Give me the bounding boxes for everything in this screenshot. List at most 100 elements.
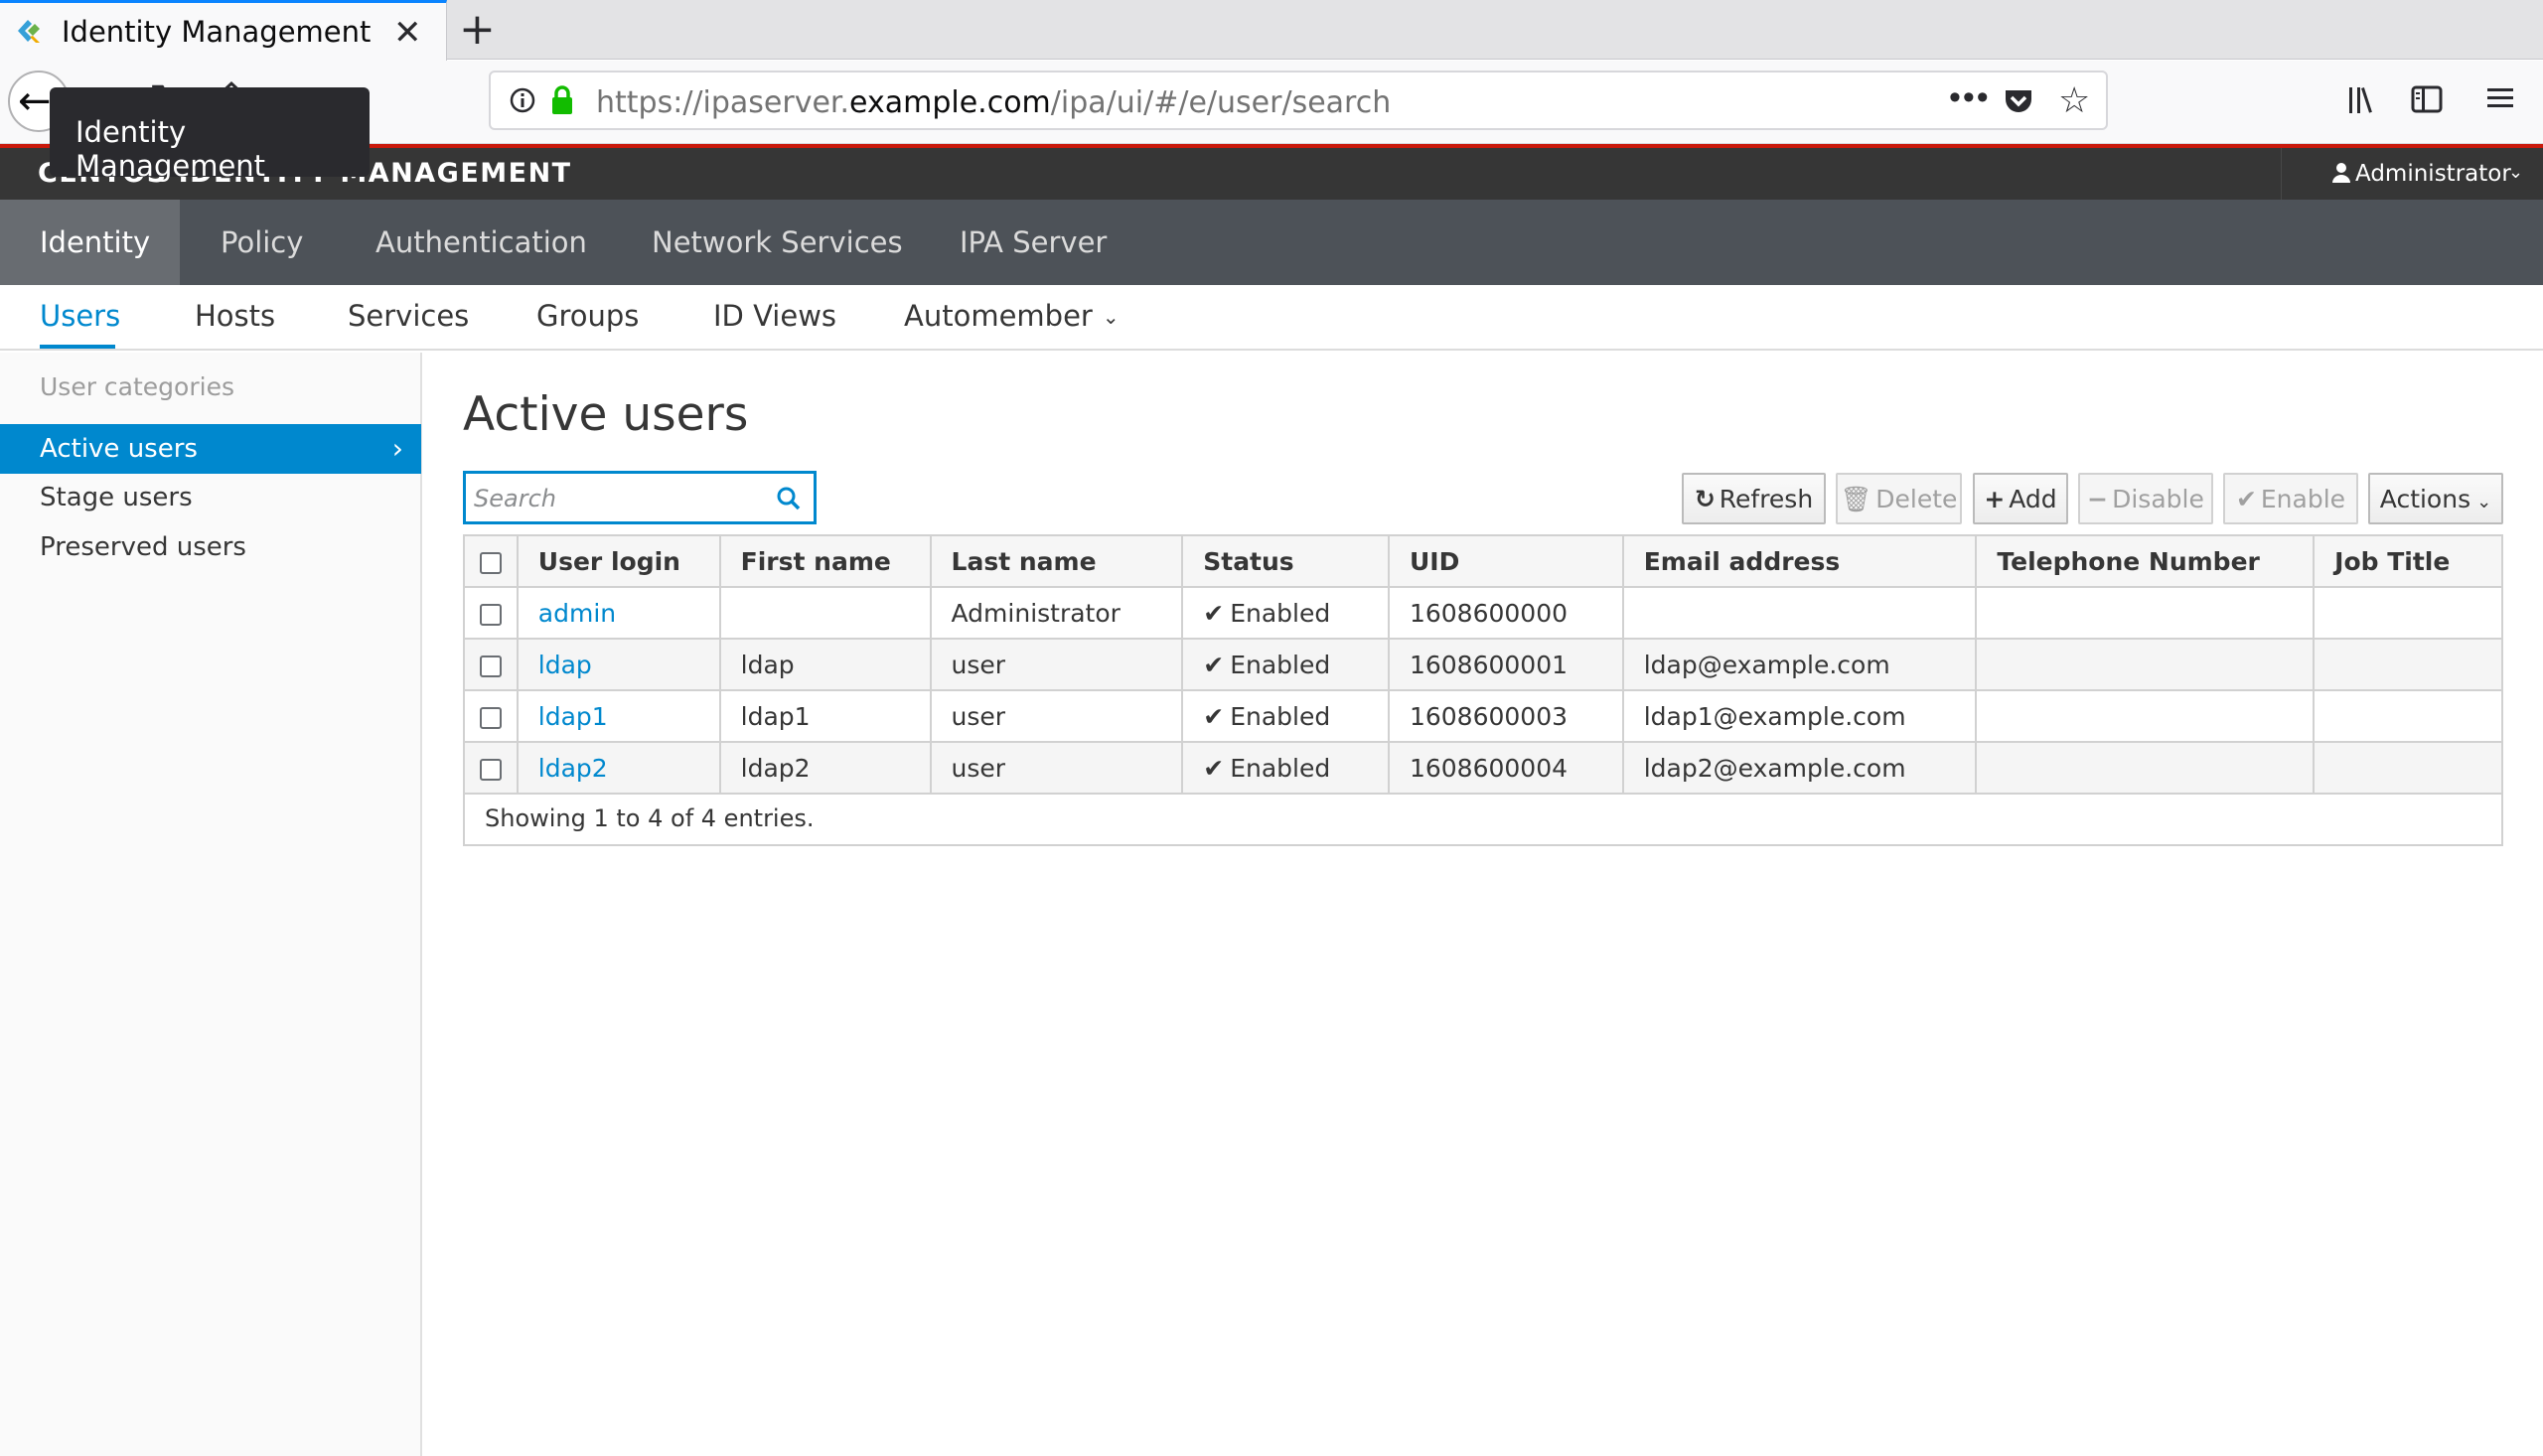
telephone-cell [1975, 586, 2316, 640]
refresh-button[interactable]: ↻ Refresh [1682, 473, 1826, 524]
user-login-cell: ldap2 [516, 741, 721, 795]
user-login-link[interactable]: ldap1 [538, 702, 608, 731]
email-cell: ldap@example.com [1621, 638, 1978, 691]
sidebar-item-label: Active users [40, 434, 198, 464]
job-title-cell [2313, 741, 2503, 795]
row-checkbox[interactable] [479, 603, 502, 626]
status-text: Enabled [1230, 753, 1331, 783]
row-checkbox[interactable] [479, 758, 502, 781]
main-navigation: Identity Policy Authentication Network S… [0, 200, 2543, 285]
browser-tab[interactable]: Identity Management ✕ [0, 0, 447, 61]
nav-network-services[interactable]: Network Services [652, 200, 903, 285]
tab-id-views[interactable]: ID Views [713, 299, 836, 333]
page-title: Active users [463, 387, 749, 442]
column-header-telephone[interactable]: Telephone Number [1975, 534, 2316, 588]
table-footer: Showing 1 to 4 of 4 entries. [463, 795, 2503, 846]
sidebar-icon[interactable] [2410, 84, 2444, 114]
hamburger-menu-icon[interactable] [2485, 84, 2515, 112]
back-arrow-icon[interactable]: ← [18, 78, 52, 124]
row-select-cell [463, 638, 519, 691]
delete-button[interactable]: 🗑 Delete [1836, 473, 1962, 524]
actions-label: Actions [2379, 485, 2471, 513]
column-header-first-name[interactable]: First name [718, 534, 932, 588]
new-tab-button[interactable]: + [459, 4, 496, 55]
tooltip-text: Identity Management [75, 115, 266, 183]
nav-ipa-server[interactable]: IPA Server [960, 200, 1107, 285]
select-all-checkbox[interactable] [479, 551, 502, 574]
first-name-cell: ldap [718, 638, 932, 691]
status-cell: ✔ Enabled [1181, 689, 1390, 743]
tab-users[interactable]: Users [40, 299, 120, 333]
uid-cell: 1608600000 [1387, 586, 1624, 640]
url-domain: example.com [849, 85, 1051, 120]
user-dropdown[interactable]: Administrator ⌄ [2281, 148, 2543, 200]
url-bar[interactable]: https://ipaserver.example.com/ipa/ui/#/e… [489, 71, 2108, 130]
check-icon: ✔ [1203, 650, 1225, 679]
chevron-down-icon: ⌄ [2508, 162, 2524, 182]
email-cell: ldap1@example.com [1621, 689, 1978, 743]
tab-hosts[interactable]: Hosts [195, 299, 275, 333]
tab-tooltip: Identity Management [50, 87, 370, 183]
enable-button[interactable]: ✔ Enable [2223, 473, 2358, 524]
tab-groups[interactable]: Groups [536, 299, 639, 333]
bookmark-star-icon[interactable]: ☆ [2058, 80, 2090, 121]
disable-button[interactable]: − Disable [2078, 473, 2213, 524]
sidebar-header: User categories [40, 372, 234, 401]
add-button[interactable]: + Add [1973, 473, 2068, 524]
url-text[interactable]: https://ipaserver.example.com/ipa/ui/#/e… [596, 85, 1391, 120]
user-login-link[interactable]: ldap2 [538, 754, 608, 783]
sidebar-item-active-users[interactable]: Active users › [0, 424, 421, 474]
status-cell: ✔ Enabled [1181, 741, 1390, 795]
column-header-uid[interactable]: UID [1387, 534, 1624, 588]
active-tab-underline [40, 345, 115, 349]
tab-automember[interactable]: Automember ⌄ [904, 299, 1120, 333]
sidebar-item-stage-users[interactable]: Stage users [0, 473, 421, 522]
enable-label: Enable [2260, 485, 2346, 513]
column-header-status[interactable]: Status [1181, 534, 1390, 588]
row-checkbox[interactable] [479, 706, 502, 729]
delete-label: Delete [1875, 485, 1958, 513]
info-icon[interactable] [509, 86, 536, 114]
search-icon[interactable] [776, 486, 802, 511]
tab-automember-label: Automember [904, 299, 1093, 333]
column-header-user-login[interactable]: User login [516, 534, 721, 588]
library-icon[interactable] [2346, 84, 2382, 116]
user-login-link[interactable]: admin [538, 599, 616, 628]
check-icon: ✔ [1203, 701, 1225, 731]
user-name: Administrator [2355, 161, 2511, 187]
row-select-cell [463, 586, 519, 640]
status-text: Enabled [1230, 650, 1331, 679]
nav-policy[interactable]: Policy [221, 200, 303, 285]
lock-icon[interactable] [548, 84, 576, 116]
search-box [463, 471, 817, 524]
column-header-job-title[interactable]: Job Title [2313, 534, 2503, 588]
column-header-last-name[interactable]: Last name [929, 534, 1184, 588]
minus-icon: − [2087, 485, 2109, 513]
column-header-email[interactable]: Email address [1621, 534, 1978, 588]
first-name-cell: ldap1 [718, 689, 932, 743]
tab-close-icon[interactable]: ✕ [393, 13, 422, 53]
url-path: /ipa/ui/#/e/user/search [1050, 85, 1392, 120]
sidebar: User categories Active users › Stage use… [0, 353, 422, 1456]
nav-authentication[interactable]: Authentication [375, 200, 587, 285]
nav-identity[interactable]: Identity [0, 200, 180, 285]
check-icon: ✔ [2235, 485, 2257, 513]
table-row: ldap2 ldap2 user ✔ Enabled 1608600004 lda… [463, 741, 2503, 795]
search-input[interactable] [474, 480, 752, 517]
user-login-link[interactable]: ldap [538, 651, 592, 679]
page-actions-icon[interactable]: ••• [1949, 78, 1991, 117]
last-name-cell: user [929, 741, 1184, 795]
brand-bar: CENTOS IDENTITY MANAGEMENT Administrator… [0, 148, 2543, 200]
email-cell [1621, 586, 1978, 640]
sidebar-item-preserved-users[interactable]: Preserved users [0, 522, 421, 572]
user-login-cell: admin [516, 586, 721, 640]
row-checkbox[interactable] [479, 655, 502, 677]
status-text: Enabled [1230, 701, 1331, 731]
actions-dropdown-button[interactable]: Actions ⌄ [2368, 473, 2503, 524]
table-header-row: User login First name Last name Status U… [463, 534, 2503, 588]
tab-services[interactable]: Services [348, 299, 469, 333]
chevron-right-icon: › [391, 432, 403, 465]
last-name-cell: user [929, 689, 1184, 743]
pocket-icon[interactable] [2003, 86, 2034, 116]
disable-label: Disable [2112, 485, 2204, 513]
